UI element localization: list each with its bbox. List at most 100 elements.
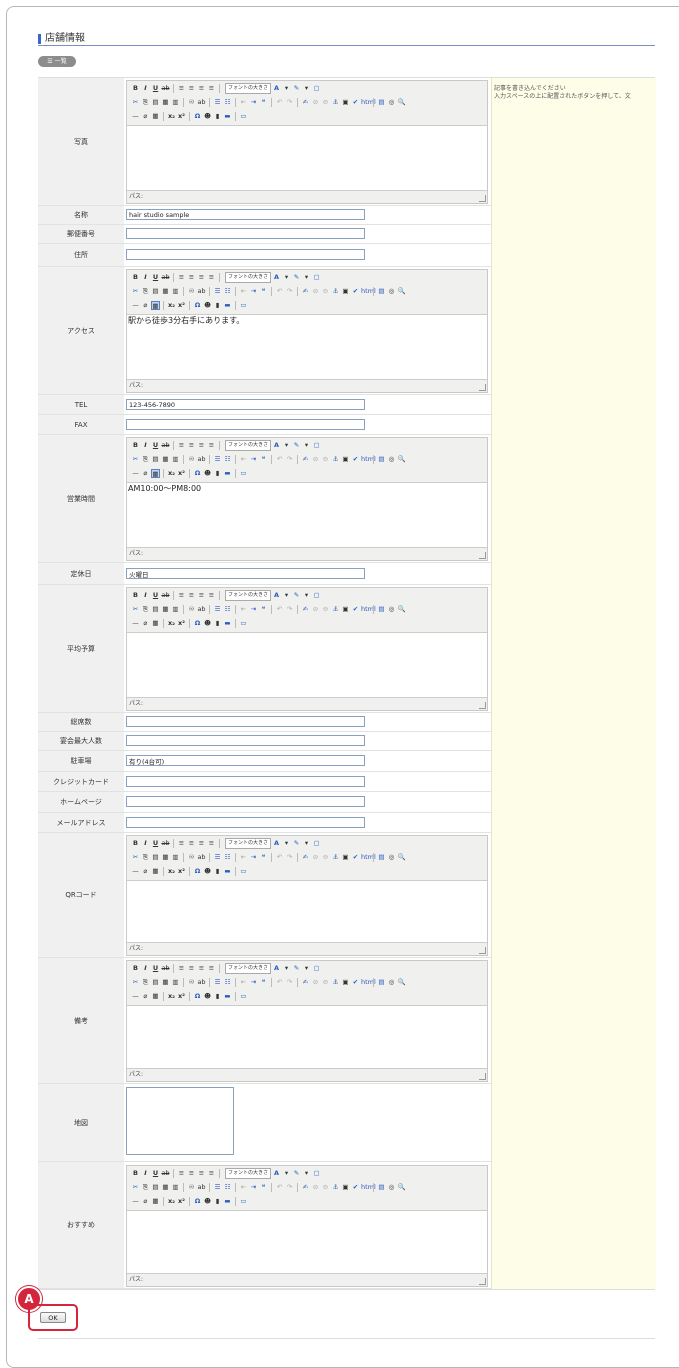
cut-icon[interactable]: ✂ <box>131 287 140 296</box>
dropdown-arrow-icon[interactable]: ▾ <box>302 591 311 600</box>
anchor-icon[interactable]: ⚓ <box>331 287 340 296</box>
paste-text-icon[interactable]: ▦ <box>161 853 170 862</box>
paste-text-icon[interactable]: ▦ <box>161 98 170 107</box>
dropdown-arrow-icon[interactable]: ▾ <box>302 1169 311 1178</box>
bold-icon[interactable]: B <box>131 591 140 600</box>
bold-icon[interactable]: B <box>131 273 140 282</box>
number-list-icon[interactable]: ☷ <box>223 1183 232 1192</box>
paste-icon[interactable]: ▤ <box>151 98 160 107</box>
preview-icon[interactable]: 🔍 <box>397 1183 406 1192</box>
align-right-icon[interactable]: ≡ <box>197 441 206 450</box>
special-char-icon[interactable]: Ω <box>193 992 202 1001</box>
text-color-icon[interactable]: A <box>272 441 281 450</box>
unlink-icon[interactable]: ⊘ <box>311 605 320 614</box>
highlight-color-icon[interactable]: ✎ <box>292 964 301 973</box>
template-icon[interactable]: ▤ <box>377 455 386 464</box>
find-icon[interactable]: ♾ <box>187 1183 196 1192</box>
copy-icon[interactable]: ⎘ <box>141 978 150 987</box>
strikethrough-icon[interactable]: ab <box>161 964 170 973</box>
remove-format-icon[interactable]: ⌀ <box>141 112 150 121</box>
dropdown-arrow-icon[interactable]: ▾ <box>302 84 311 93</box>
align-center-icon[interactable]: ≡ <box>187 964 196 973</box>
line-icon[interactable]: ▬ <box>223 867 232 876</box>
text-color-icon[interactable]: A <box>272 84 281 93</box>
emoticon-icon[interactable]: ☻ <box>203 619 212 628</box>
align-right-icon[interactable]: ≡ <box>197 839 206 848</box>
replace-icon[interactable]: ab <box>197 853 206 862</box>
bullet-list-icon[interactable]: ☰ <box>213 605 222 614</box>
emoticon-icon[interactable]: ☻ <box>203 112 212 121</box>
paste-word-icon[interactable]: ▥ <box>171 455 180 464</box>
blockquote-icon[interactable]: ❝ <box>259 978 268 987</box>
highlight-color-icon[interactable]: ✎ <box>292 441 301 450</box>
template-icon[interactable]: ▤ <box>377 605 386 614</box>
cleanup-icon[interactable]: ✔ <box>351 98 360 107</box>
insert-link-icon[interactable]: ✍ <box>301 1183 310 1192</box>
indent-icon[interactable]: ⇥ <box>249 605 258 614</box>
strikethrough-icon[interactable]: ab <box>161 441 170 450</box>
insert-link-icon[interactable]: ✍ <box>301 98 310 107</box>
subscript-icon[interactable]: x₂ <box>167 469 176 478</box>
align-justify-icon[interactable]: ≡ <box>207 1169 216 1178</box>
align-center-icon[interactable]: ≡ <box>187 1169 196 1178</box>
font-size-select[interactable]: フォントの大きさ <box>225 439 272 451</box>
subscript-icon[interactable]: x₂ <box>167 112 176 121</box>
resize-handle[interactable] <box>479 1073 486 1080</box>
remove-format-icon[interactable]: ⌀ <box>141 1197 150 1206</box>
paste-word-icon[interactable]: ▥ <box>171 1183 180 1192</box>
source-icon[interactable]: ▢ <box>312 591 321 600</box>
line-icon[interactable]: ▬ <box>223 992 232 1001</box>
redo-icon[interactable]: ↷ <box>285 1183 294 1192</box>
remove-format-icon[interactable]: ⌀ <box>141 867 150 876</box>
superscript-icon[interactable]: x² <box>177 112 186 121</box>
html-icon[interactable]: html <box>361 978 376 987</box>
indent-icon[interactable]: ⇥ <box>249 287 258 296</box>
align-justify-icon[interactable]: ≡ <box>207 839 216 848</box>
template-icon[interactable]: ▤ <box>377 98 386 107</box>
dropdown-arrow-icon[interactable]: ▾ <box>282 84 291 93</box>
paste-icon[interactable]: ▤ <box>151 853 160 862</box>
align-right-icon[interactable]: ≡ <box>197 273 206 282</box>
outdent-icon[interactable]: ⇤ <box>239 1183 248 1192</box>
dropdown-arrow-icon[interactable]: ▾ <box>302 839 311 848</box>
line-icon[interactable]: ▬ <box>223 1197 232 1206</box>
resize-handle[interactable] <box>479 702 486 709</box>
align-left-icon[interactable]: ≡ <box>177 273 186 282</box>
subscript-icon[interactable]: x₂ <box>167 992 176 1001</box>
source-icon[interactable]: ▢ <box>312 84 321 93</box>
align-justify-icon[interactable]: ≡ <box>207 591 216 600</box>
insert-link-icon[interactable]: ✍ <box>301 455 310 464</box>
anchor-link-icon[interactable]: ⊖ <box>321 1183 330 1192</box>
source-icon[interactable]: ▢ <box>312 441 321 450</box>
bullet-list-icon[interactable]: ☰ <box>213 1183 222 1192</box>
remove-format-icon[interactable]: ⌀ <box>141 619 150 628</box>
align-right-icon[interactable]: ≡ <box>197 591 206 600</box>
preview-icon[interactable]: 🔍 <box>397 605 406 614</box>
font-size-select[interactable]: フォントの大きさ <box>225 589 272 601</box>
fullscreen-icon[interactable]: ▭ <box>239 1197 248 1206</box>
superscript-icon[interactable]: x² <box>177 469 186 478</box>
insert-link-icon[interactable]: ✍ <box>301 287 310 296</box>
undo-icon[interactable]: ↶ <box>275 853 284 862</box>
align-center-icon[interactable]: ≡ <box>187 441 196 450</box>
paste-word-icon[interactable]: ▥ <box>171 978 180 987</box>
dropdown-arrow-icon[interactable]: ▾ <box>282 441 291 450</box>
subscript-icon[interactable]: x₂ <box>167 1197 176 1206</box>
emoticon-icon[interactable]: ☻ <box>203 301 212 310</box>
replace-icon[interactable]: ab <box>197 605 206 614</box>
find-icon[interactable]: ♾ <box>187 853 196 862</box>
help-icon[interactable]: ◎ <box>387 978 396 987</box>
paste-icon[interactable]: ▤ <box>151 1183 160 1192</box>
table-icon[interactable]: ▦ <box>151 619 160 628</box>
line-icon[interactable]: ▬ <box>223 112 232 121</box>
number-list-icon[interactable]: ☷ <box>223 605 232 614</box>
image-icon[interactable]: ▣ <box>341 287 350 296</box>
image-icon[interactable]: ▣ <box>341 98 350 107</box>
credit-input[interactable] <box>126 776 365 787</box>
paste-text-icon[interactable]: ▦ <box>161 605 170 614</box>
redo-icon[interactable]: ↷ <box>285 98 294 107</box>
horizontal-rule-icon[interactable]: — <box>131 1197 140 1206</box>
replace-icon[interactable]: ab <box>197 1183 206 1192</box>
anchor-link-icon[interactable]: ⊖ <box>321 98 330 107</box>
dropdown-arrow-icon[interactable]: ▾ <box>302 964 311 973</box>
